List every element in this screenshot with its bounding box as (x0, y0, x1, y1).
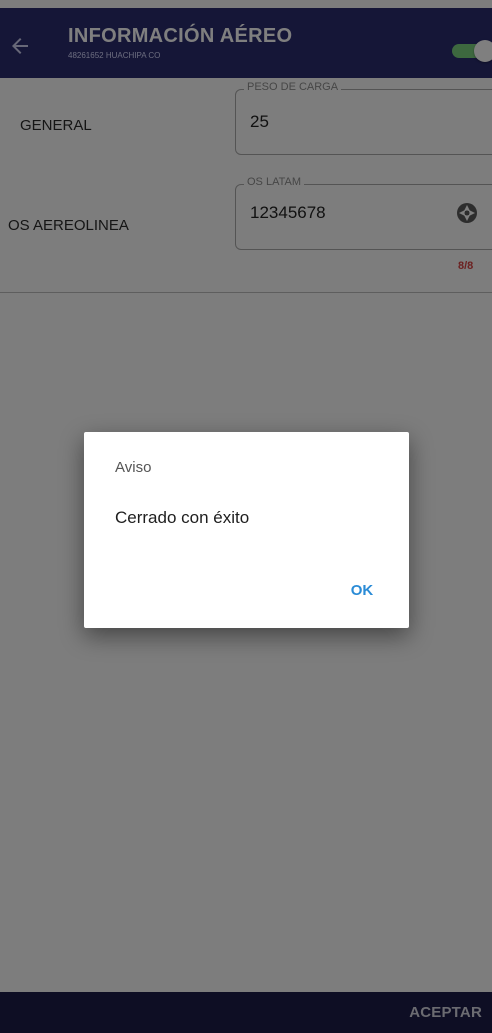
ok-button[interactable]: OK (336, 574, 388, 608)
dialog-title: Aviso (115, 459, 152, 476)
alert-dialog: Aviso Cerrado con éxito OK (84, 432, 409, 628)
dialog-message: Cerrado con éxito (115, 508, 250, 527)
app-screen: INFORMACIÓN AÉREO 48261652 HUACHIPA CO G… (0, 0, 492, 1033)
